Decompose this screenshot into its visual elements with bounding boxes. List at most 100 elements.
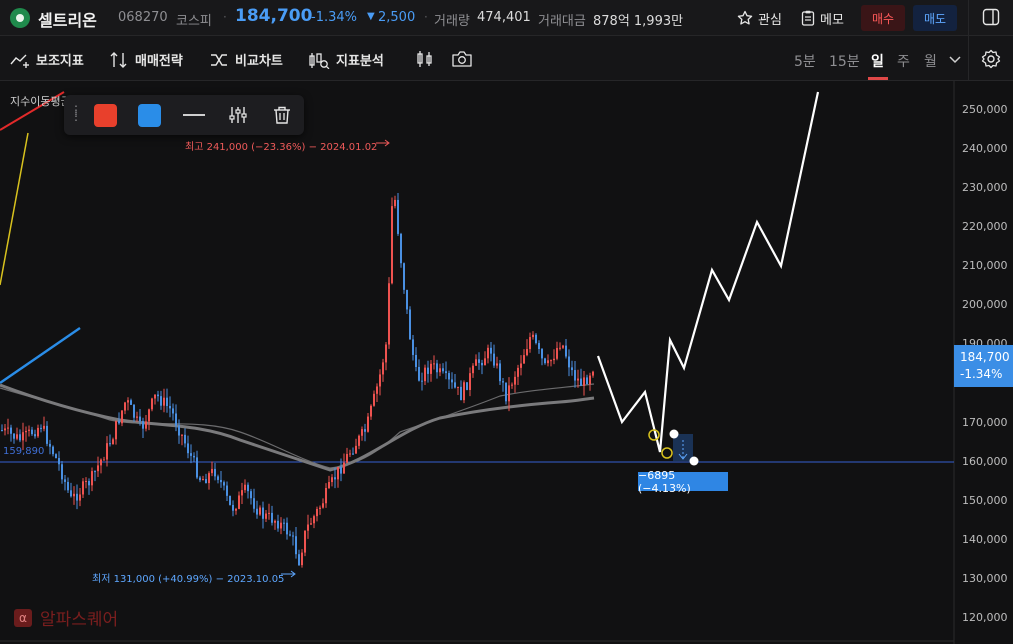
- y-axis-label: 120,000: [962, 611, 1008, 624]
- candle-body: [220, 479, 222, 483]
- candle-body: [457, 386, 459, 388]
- star-icon: [737, 10, 753, 25]
- candle-body: [247, 484, 249, 492]
- candle-body: [337, 467, 339, 480]
- y-axis-label: 200,000: [962, 298, 1008, 311]
- watch-button[interactable]: 관심: [737, 6, 782, 30]
- compare-label: 비교차트: [235, 54, 283, 69]
- candle-body: [556, 348, 558, 359]
- indicator-button[interactable]: 보조지표: [10, 50, 84, 69]
- candle-body: [88, 481, 90, 486]
- candle-body: [382, 362, 384, 375]
- current-price-pct: -1.34%: [960, 367, 1003, 381]
- panel-toggle-icon[interactable]: [982, 8, 1000, 26]
- user-trendline-yellow[interactable]: [0, 132, 29, 286]
- measure-handle[interactable]: [669, 429, 679, 439]
- change-amount: 2,500: [378, 10, 416, 25]
- candle-body: [526, 349, 528, 356]
- candle-body: [577, 378, 579, 381]
- candle-body: [331, 477, 333, 483]
- memo-button[interactable]: 메모: [801, 6, 844, 30]
- period-week[interactable]: 주: [897, 51, 910, 71]
- candle-type-icon[interactable]: [415, 49, 435, 69]
- candle-body: [544, 358, 546, 364]
- candle-body: [283, 522, 285, 524]
- y-axis-label: 130,000: [962, 572, 1008, 585]
- gear-icon[interactable]: [981, 49, 1001, 69]
- measure-result-label: −6895 (−4.13%): [638, 469, 728, 495]
- candle-body: [472, 365, 474, 374]
- sliders-icon[interactable]: [228, 105, 248, 125]
- period-month[interactable]: 월: [924, 51, 937, 71]
- amount-value: 878억 1,993만: [593, 14, 684, 29]
- camera-icon[interactable]: [451, 50, 473, 68]
- candle-body: [502, 381, 504, 383]
- candle-body: [340, 467, 342, 474]
- measure-handle[interactable]: [689, 456, 699, 466]
- candle-body: [25, 430, 27, 433]
- candle-body: [289, 534, 291, 536]
- candle-body: [166, 397, 168, 406]
- candle-body: [265, 513, 267, 519]
- candle-body: [532, 334, 534, 338]
- candle-body: [559, 347, 561, 349]
- candle-body: [316, 508, 318, 517]
- separator-dot: ·: [424, 10, 428, 24]
- y-axis-label: 160,000: [962, 455, 1008, 468]
- projection-path[interactable]: [596, 91, 820, 453]
- candle-body: [67, 481, 69, 491]
- candle-body: [253, 498, 255, 509]
- compare-button[interactable]: 비교차트: [209, 50, 283, 69]
- stock-name[interactable]: 셀트리온: [38, 7, 97, 31]
- line-style-button[interactable]: [183, 114, 205, 116]
- active-period-indicator: [868, 77, 888, 80]
- candle-body: [535, 334, 537, 344]
- candle-body: [424, 367, 426, 382]
- candle-body: [64, 479, 66, 482]
- period-5min[interactable]: 5분: [794, 51, 816, 71]
- candle-body: [154, 394, 156, 399]
- period-15min[interactable]: 15분: [829, 51, 860, 71]
- candle-body: [484, 358, 486, 366]
- candle-body: [547, 360, 549, 364]
- analysis-button[interactable]: 지표분석: [308, 50, 384, 69]
- candle-body: [466, 382, 468, 390]
- candle-body: [373, 393, 375, 406]
- candle-body: [160, 396, 162, 406]
- drag-handle-icon[interactable]: ⋮ ⋮: [70, 104, 82, 122]
- candle-body: [442, 368, 444, 372]
- candle-body: [241, 490, 243, 496]
- ma-legend[interactable]: 지수이동평균: [10, 93, 71, 109]
- current-price-value: 184,700: [960, 350, 1010, 364]
- volume-label: 거래량: [434, 14, 470, 29]
- candle-body: [58, 458, 60, 465]
- candle-body: [571, 367, 573, 371]
- candle-body: [190, 453, 192, 456]
- price-chart[interactable]: [0, 81, 1013, 644]
- candle-body: [97, 465, 99, 472]
- anchor-point[interactable]: [661, 447, 673, 459]
- candle-body: [520, 363, 522, 368]
- user-trendline-blue[interactable]: [0, 327, 81, 384]
- candle-body: [151, 398, 153, 410]
- strategy-button[interactable]: 매매전략: [109, 50, 183, 69]
- color-swatch-blue[interactable]: [138, 104, 161, 127]
- trash-icon[interactable]: [272, 105, 292, 125]
- candle-body: [412, 339, 414, 355]
- analysis-icon: [309, 52, 330, 69]
- candle-body: [169, 405, 171, 409]
- period-day[interactable]: 일: [871, 51, 884, 71]
- candle-body: [490, 347, 492, 354]
- candle-body: [130, 400, 132, 405]
- candle-body: [463, 382, 465, 401]
- chart-canvas[interactable]: [0, 81, 1013, 644]
- candle-body: [73, 493, 75, 497]
- color-swatch-red[interactable]: [94, 104, 117, 127]
- candle-body: [16, 434, 18, 439]
- candle-body: [181, 434, 183, 436]
- sell-button[interactable]: 매도: [913, 5, 957, 31]
- chevron-down-icon[interactable]: [949, 56, 961, 64]
- candle-body: [580, 378, 582, 386]
- buy-button[interactable]: 매수: [861, 5, 905, 31]
- candle-body: [256, 508, 258, 515]
